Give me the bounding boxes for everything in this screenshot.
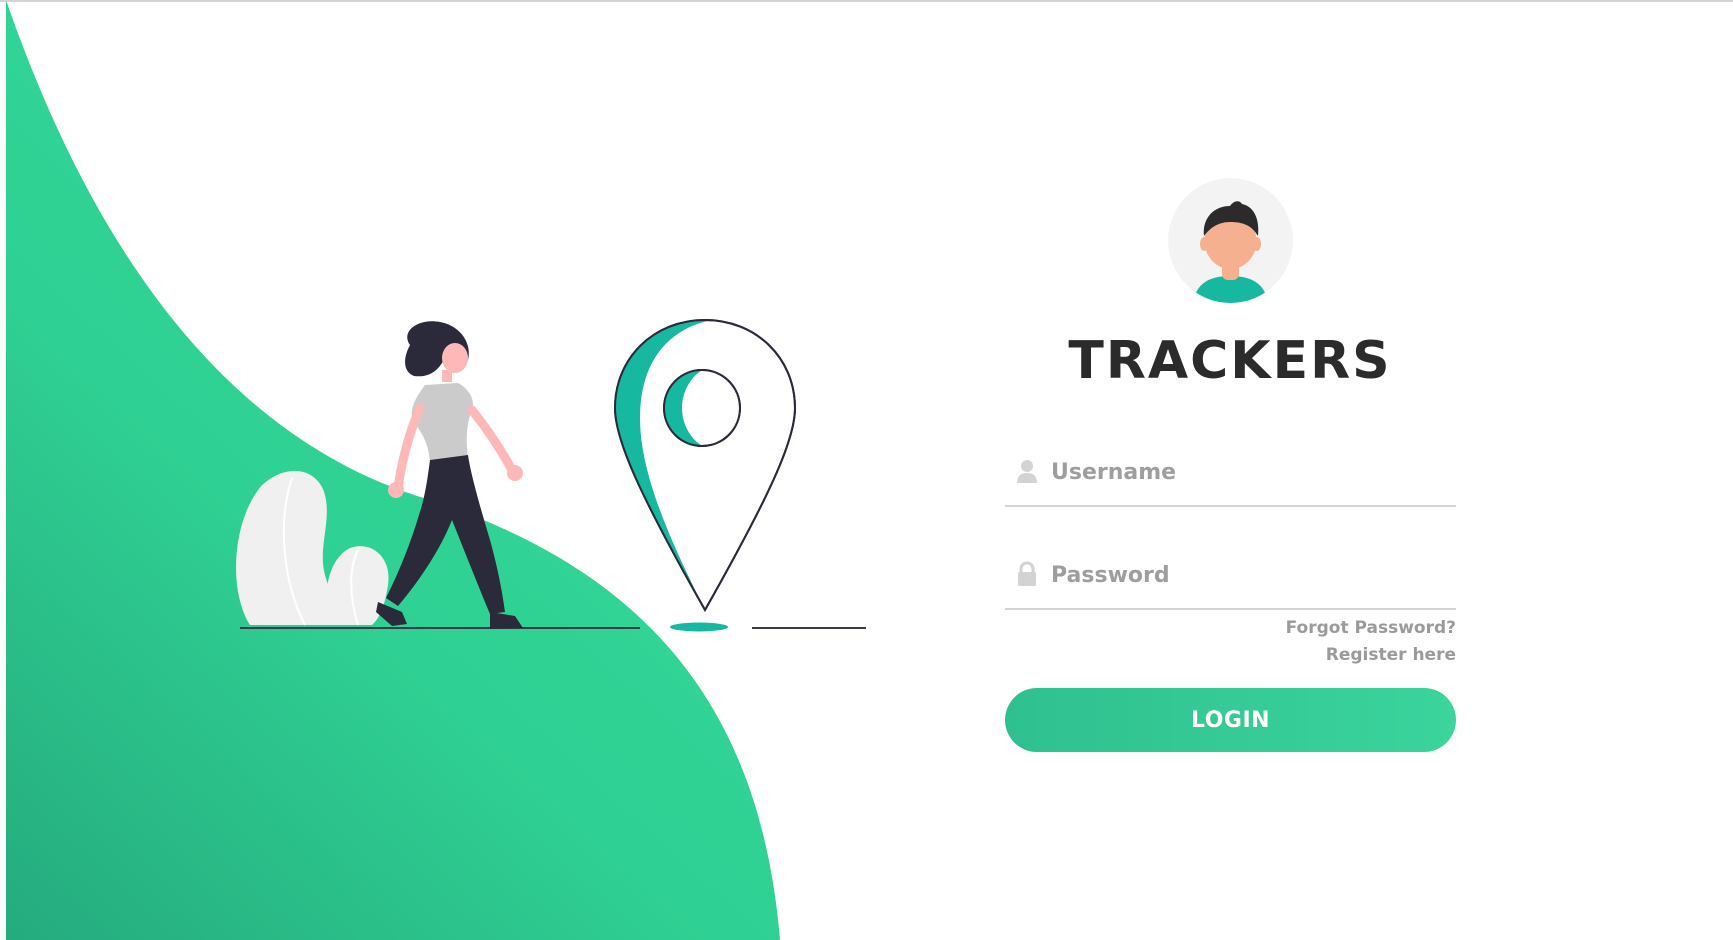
- illustration: [236, 318, 866, 632]
- woman-walking-illustration: [376, 321, 523, 629]
- user-icon: [1017, 460, 1037, 483]
- plant-illustration: [236, 470, 389, 626]
- pin-shadow: [670, 622, 728, 632]
- username-field: [1005, 445, 1456, 507]
- login-button[interactable]: LOGIN: [1005, 688, 1456, 752]
- forgot-password-link[interactable]: Forgot Password?: [1286, 618, 1456, 638]
- register-link[interactable]: Register here: [1326, 645, 1456, 665]
- app-title: TRACKERS: [1068, 331, 1392, 391]
- login-page: TRACKERS Forgot Password? Register here …: [0, 0, 1733, 940]
- password-field: [1005, 548, 1456, 610]
- avatar-icon: [1168, 178, 1293, 303]
- avatar: [1168, 178, 1293, 303]
- password-input[interactable]: [1049, 552, 1453, 598]
- username-input[interactable]: [1049, 449, 1453, 495]
- location-pin-icon: [613, 318, 797, 613]
- lock-icon: [1018, 561, 1036, 586]
